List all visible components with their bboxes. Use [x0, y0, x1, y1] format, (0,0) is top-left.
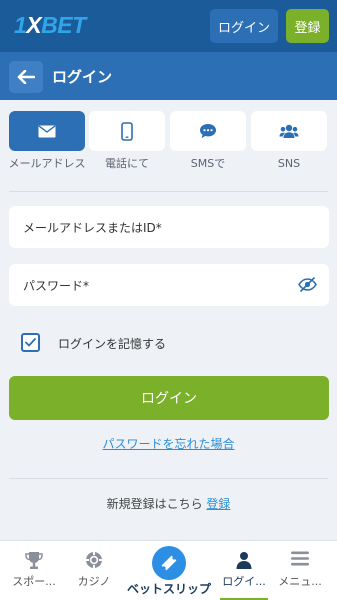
page-title: ログイン [52, 68, 113, 86]
header-register-button[interactable]: 登録 [286, 9, 329, 43]
nav-sports-label: スポー... [12, 575, 56, 588]
register-link[interactable]: 登録 [206, 497, 230, 511]
nav-menu-label: メニュ... [278, 575, 322, 588]
sms-bubble-icon [200, 124, 216, 138]
password-field-label: パスワード* [23, 279, 90, 293]
tab-sms-label: SMSで [190, 157, 226, 170]
nav-sports[interactable]: スポー... [0, 541, 68, 600]
remember-label[interactable]: ログインを記憶する [58, 335, 166, 352]
tab-sns[interactable] [251, 111, 327, 151]
people-icon [279, 124, 299, 138]
nav-menu[interactable]: メニュ... [266, 541, 334, 600]
ticket-icon [161, 555, 177, 571]
top-bar: 1 X BET ログイン 登録 [0, 0, 337, 52]
forgot-password-link[interactable]: パスワードを忘れた場合 [0, 435, 337, 452]
header-login-button[interactable]: ログイン [210, 9, 278, 43]
bottom-nav: スポー... カジノ ベットスリップ ログイ... メニュ... [0, 540, 337, 600]
phone-icon [121, 121, 133, 141]
brand-logo[interactable]: 1 X BET [14, 11, 86, 39]
tab-sms[interactable] [170, 111, 246, 151]
back-button[interactable] [9, 61, 43, 93]
casino-chip-icon [86, 552, 102, 568]
email-field[interactable]: メールアドレスまたはID* [9, 206, 329, 248]
divider [9, 478, 328, 479]
register-prompt-text: 新規登録はこちら [106, 497, 203, 511]
page-header: ログイン [0, 52, 337, 100]
register-prompt: 新規登録はこちら 登録 [0, 495, 337, 512]
envelope-icon [38, 124, 56, 137]
hamburger-menu-icon [291, 551, 309, 566]
password-field[interactable]: パスワード* [9, 264, 329, 306]
arrow-left-icon [17, 70, 35, 84]
tab-email[interactable] [9, 111, 85, 151]
divider [9, 191, 328, 192]
remember-checkbox[interactable] [21, 333, 40, 352]
eye-off-icon[interactable] [298, 277, 317, 292]
email-field-label: メールアドレスまたはID* [23, 221, 162, 235]
tab-phone-label: 電話にて [105, 157, 149, 170]
trophy-icon [25, 552, 43, 569]
betslip-button[interactable] [152, 546, 186, 580]
tab-sns-label: SNS [277, 157, 301, 170]
tab-phone[interactable] [89, 111, 165, 151]
checkmark-icon [25, 338, 36, 347]
login-form-area: メールアドレス 電話にて SMSで SNS メールアドレスまたはID* パスワー… [0, 100, 337, 540]
login-submit-button[interactable]: ログイン [9, 376, 329, 420]
user-icon [236, 552, 252, 569]
tab-email-label: メールアドレス [8, 157, 86, 170]
